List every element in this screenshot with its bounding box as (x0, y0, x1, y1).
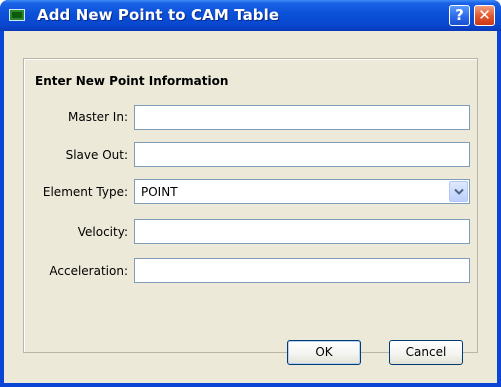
slave-out-label: Slave Out: (65, 148, 128, 162)
acceleration-input[interactable] (134, 258, 470, 283)
window-title: Add New Point to CAM Table (37, 6, 280, 24)
cancel-button[interactable]: Cancel (389, 340, 463, 365)
title-bar[interactable]: Add New Point to CAM Table ? ✕ (0, 0, 501, 31)
section-title: Enter New Point Information (35, 74, 229, 88)
point-info-panel (23, 58, 478, 353)
velocity-label: Velocity: (77, 225, 128, 239)
close-icon: ✕ (478, 6, 491, 24)
chevron-down-icon (454, 188, 464, 195)
velocity-input[interactable] (134, 219, 470, 244)
acceleration-label: Acceleration: (49, 264, 128, 278)
app-icon (9, 9, 25, 21)
element-type-value: POINT (141, 185, 178, 199)
ok-button[interactable]: OK (287, 340, 361, 365)
element-type-select[interactable]: POINT (134, 179, 470, 204)
close-button[interactable]: ✕ (474, 5, 495, 26)
element-type-label: Element Type: (42, 185, 128, 199)
help-button[interactable]: ? (449, 5, 470, 26)
help-icon: ? (455, 6, 464, 24)
master-in-label: Master In: (68, 110, 128, 124)
dialog-window: Add New Point to CAM Table ? ✕ Enter New… (0, 0, 501, 387)
dropdown-button[interactable] (449, 181, 468, 202)
master-in-input[interactable] (134, 105, 470, 130)
slave-out-input[interactable] (134, 142, 470, 167)
